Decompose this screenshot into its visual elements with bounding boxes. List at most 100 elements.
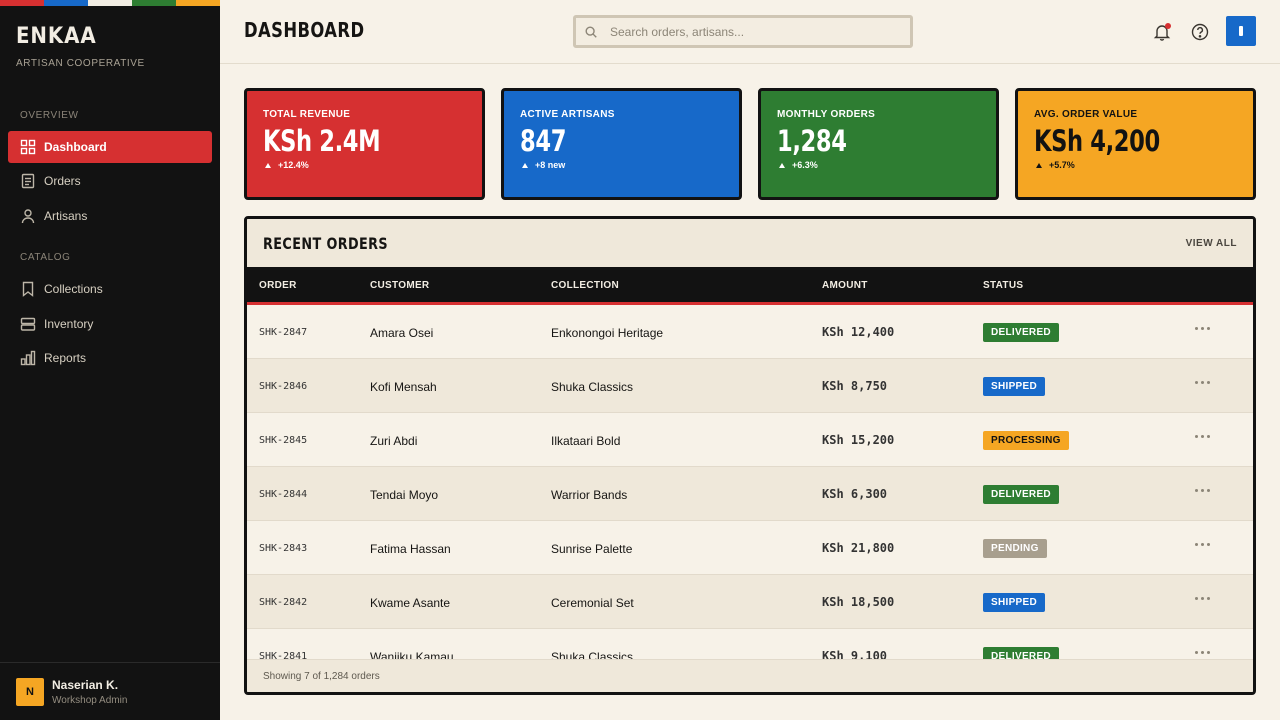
order-id[interactable]: SHK-2845 <box>259 435 307 446</box>
stat-change: +5.7% <box>1034 160 1237 170</box>
nav-section-overview: OVERVIEW <box>20 110 79 121</box>
more-actions-icon[interactable] <box>1195 543 1210 546</box>
collection-name: Ceremonial Set <box>551 596 634 610</box>
brand: ENKAA ARTISAN COOPERATIVE <box>0 6 220 69</box>
column-header-collection[interactable]: COLLECTION <box>551 280 619 291</box>
more-actions-icon[interactable] <box>1195 597 1210 600</box>
brand-stripe <box>0 0 220 6</box>
order-id[interactable]: SHK-2843 <box>259 543 307 554</box>
status-badge: PROCESSING <box>983 431 1069 450</box>
customer-name: Kofi Mensah <box>370 380 437 394</box>
page-title: DASHBOARD <box>244 18 365 42</box>
user-name: Naserian K. <box>52 677 119 692</box>
order-id[interactable]: SHK-2847 <box>259 327 307 338</box>
more-actions-icon[interactable] <box>1195 381 1210 384</box>
trend-up-icon <box>1036 162 1042 168</box>
customer-name: Amara Osei <box>370 326 434 340</box>
sidebar-item-inventory[interactable]: Inventory <box>8 308 212 340</box>
layers-icon <box>20 317 36 331</box>
user-profile[interactable]: N Naserian K. Workshop Admin <box>0 662 220 720</box>
stat-value: 847 <box>520 124 567 158</box>
stat-value: 1,284 <box>777 124 847 158</box>
sidebar-item-orders[interactable]: Orders <box>8 165 212 197</box>
order-amount: KSh 8,750 <box>822 379 888 393</box>
document-icon <box>21 173 35 189</box>
help-button[interactable] <box>1190 22 1210 42</box>
stat-change-text: +6.3% <box>792 160 818 170</box>
status-badge: DELIVERED <box>983 323 1059 342</box>
table-row[interactable]: SHK-2846 Kofi Mensah Shuka Classics KSh 8,7… <box>247 359 1253 413</box>
stat-value: KSh 2.4M <box>263 124 381 158</box>
sidebar-item-label: Inventory <box>44 317 94 331</box>
status-badge: SHIPPED <box>983 593 1046 612</box>
sidebar-item-collections[interactable]: Collections <box>8 273 212 305</box>
stat-card-monthly-orders[interactable]: MONTHLY ORDERS 1,284 +6.3% <box>758 88 999 200</box>
trend-up-icon <box>779 162 785 168</box>
nav-section-catalog: CATALOG <box>20 252 71 263</box>
help-icon <box>1191 23 1209 41</box>
recent-orders-panel: RECENT ORDERS VIEW ALL ORDER CUSTOMER CO… <box>244 216 1256 695</box>
more-actions-icon[interactable] <box>1195 651 1210 654</box>
customer-name: Kwame Asante <box>370 596 451 610</box>
table-footer: Showing 7 of 1,284 orders <box>247 659 1253 692</box>
stat-change-text: +8 new <box>535 160 566 170</box>
column-header-status[interactable]: STATUS <box>983 280 1023 291</box>
sidebar-item-label: Collections <box>44 282 103 296</box>
brand-name[interactable]: ENKAA <box>16 24 185 50</box>
table-row[interactable]: SHK-2841 Wanjiku Kamau Shuka Classics KSh 9… <box>247 629 1253 662</box>
bar-chart-icon <box>20 350 36 366</box>
table-row[interactable]: SHK-2844 Tendai Moyo Warrior Bands KSh 6,30… <box>247 467 1253 521</box>
sidebar-item-artisans[interactable]: Artisans <box>8 200 212 232</box>
stripe-segment <box>176 0 220 6</box>
grid-icon <box>20 139 36 155</box>
collection-name: Sunrise Palette <box>551 542 633 556</box>
order-amount: KSh 12,400 <box>822 325 895 339</box>
trend-up-icon <box>265 162 271 168</box>
brand-subtitle: ARTISAN COOPERATIVE <box>16 58 145 69</box>
bookmark-icon <box>22 281 34 297</box>
search-icon <box>585 25 597 38</box>
table-row[interactable]: SHK-2845 Zuri Abdi Ilkataari Bold KSh 15,20… <box>247 413 1253 467</box>
stat-card-avg-order-value[interactable]: AVG. ORDER VALUE KSh 4,200 +5.7% <box>1015 88 1256 200</box>
stripe-segment <box>88 0 132 6</box>
stat-label: ACTIVE ARTISANS <box>520 109 615 120</box>
table-row[interactable]: SHK-2847 Amara Osei Enkonongoi Heritage KSh… <box>247 305 1253 359</box>
more-actions-icon[interactable] <box>1195 435 1210 438</box>
sidebar-item-dashboard[interactable]: Dashboard <box>8 131 212 163</box>
person-icon <box>21 209 35 224</box>
stat-change: +8 new <box>520 160 723 170</box>
sidebar: ENKAA ARTISAN COOPERATIVE OVERVIEW Dashb… <box>0 0 220 720</box>
stat-card-active-artisans[interactable]: ACTIVE ARTISANS 847 +8 new <box>501 88 742 200</box>
stat-label: TOTAL REVENUE <box>263 109 351 120</box>
trend-up-icon <box>522 162 528 168</box>
column-header-amount[interactable]: AMOUNT <box>822 280 868 291</box>
more-actions-icon[interactable] <box>1195 489 1210 492</box>
stat-card-total-revenue[interactable]: TOTAL REVENUE KSh 2.4M +12.4% <box>244 88 485 200</box>
status-badge: DELIVERED <box>983 485 1059 504</box>
column-header-order[interactable]: ORDER <box>259 280 297 291</box>
sidebar-item-reports[interactable]: Reports <box>8 342 212 374</box>
panel-header: RECENT ORDERS VIEW ALL <box>247 219 1253 267</box>
order-amount: KSh 15,200 <box>822 433 895 447</box>
collection-name: Shuka Classics <box>551 380 634 394</box>
table-row[interactable]: SHK-2842 Kwame Asante Ceremonial Set KSh 18… <box>247 575 1253 629</box>
order-id[interactable]: SHK-2844 <box>259 489 307 500</box>
stripe-segment <box>44 0 88 6</box>
order-id[interactable]: SHK-2846 <box>259 381 307 392</box>
more-actions-icon[interactable] <box>1195 327 1210 330</box>
profile-button[interactable] <box>1226 16 1256 46</box>
order-id[interactable]: SHK-2842 <box>259 597 307 608</box>
notification-dot <box>1165 23 1171 29</box>
view-all-link[interactable]: VIEW ALL <box>1186 238 1237 249</box>
column-header-customer[interactable]: CUSTOMER <box>370 280 429 291</box>
table-row[interactable]: SHK-2843 Fatima Hassan Sunrise Palette KSh … <box>247 521 1253 575</box>
search-box[interactable] <box>573 15 913 48</box>
notifications-button[interactable] <box>1152 22 1172 42</box>
stat-change: +12.4% <box>263 160 466 170</box>
order-amount: KSh 6,300 <box>822 487 888 501</box>
collection-name: Ilkataari Bold <box>551 434 621 448</box>
table-body: SHK-2847 Amara Osei Enkonongoi Heritage KSh… <box>247 305 1253 662</box>
search-input[interactable] <box>610 24 890 39</box>
collection-name: Enkonongoi Heritage <box>551 326 664 340</box>
sidebar-item-label: Dashboard <box>44 140 107 154</box>
